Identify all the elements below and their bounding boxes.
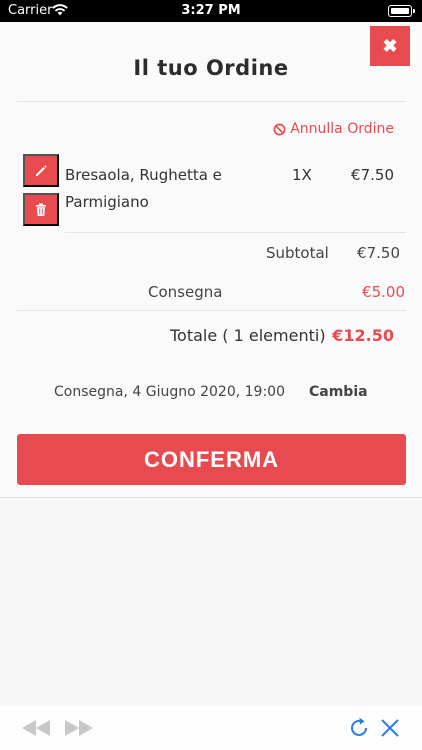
battery-icon	[388, 5, 412, 17]
forward-icon	[65, 720, 93, 736]
back-icon	[22, 720, 50, 736]
battery-tip	[413, 9, 415, 13]
browser-toolbar	[0, 706, 422, 750]
confirm-button[interactable]: CONFERMA	[17, 434, 406, 485]
item-price: €7.50	[351, 166, 394, 184]
delivery-fee-value: €5.00	[362, 283, 405, 301]
pencil-icon	[36, 164, 47, 176]
close-icon: ✖	[382, 35, 398, 56]
back-button[interactable]	[20, 714, 52, 742]
cancel-order-label: Annulla Ordine	[290, 121, 394, 137]
reload-icon	[351, 717, 367, 736]
reload-button[interactable]	[343, 714, 375, 742]
delete-item-button[interactable]	[23, 193, 59, 226]
subtotal-label: Subtotal	[266, 244, 329, 262]
close-icon	[381, 719, 399, 737]
divider	[65, 232, 406, 233]
change-delivery-link[interactable]: Cambia	[309, 384, 368, 400]
item-name: Bresaola, Rughetta e Parmigiano	[65, 166, 222, 211]
cancel-order-link[interactable]: Annulla Ordine	[273, 121, 394, 137]
divider	[17, 310, 406, 311]
delivery-datetime: Consegna, 4 Giugno 2020, 19:00	[54, 384, 285, 400]
status-bar: Carrier 3:27 PM	[0, 0, 422, 22]
order-sheet: ✖ Il tuo Ordine Annulla Ordine Bresaola,…	[0, 22, 422, 498]
dismiss-button[interactable]	[374, 714, 406, 742]
divider	[17, 101, 406, 102]
ban-icon	[273, 123, 286, 135]
total-label: Totale ( 1 elementi)	[170, 326, 326, 345]
page-title: Il tuo Ordine	[133, 56, 289, 80]
delivery-fee-label: Consegna	[148, 283, 223, 301]
total-value: €12.50	[332, 326, 394, 345]
trash-icon	[36, 203, 46, 216]
clock: 3:27 PM	[181, 3, 241, 18]
subtotal-value: €7.50	[357, 244, 400, 262]
forward-button[interactable]	[63, 714, 95, 742]
item-quantity: 1X	[292, 166, 312, 184]
edit-item-button[interactable]	[23, 154, 59, 187]
